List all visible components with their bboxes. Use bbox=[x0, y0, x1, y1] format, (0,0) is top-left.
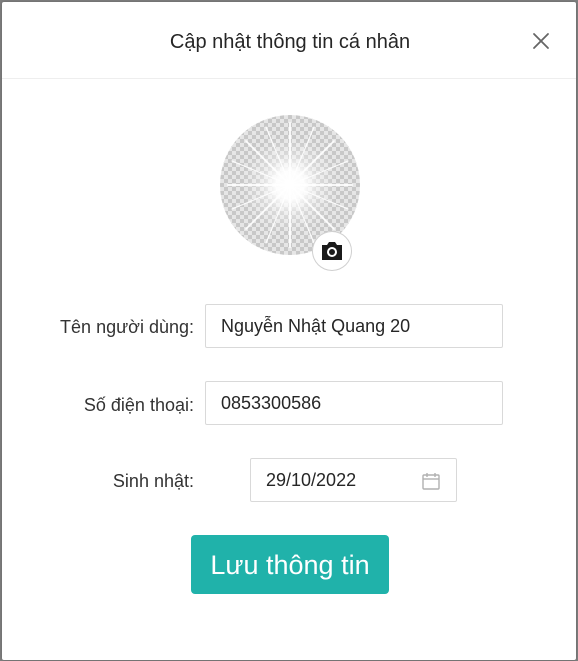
phone-label: Số điện thoại: bbox=[83, 395, 194, 415]
username-input[interactable] bbox=[205, 304, 503, 348]
birthday-label: Sinh nhật: bbox=[112, 471, 194, 491]
phone-input[interactable] bbox=[205, 381, 503, 425]
dialog-header: Cập nhật thông tin cá nhân bbox=[2, 2, 576, 79]
change-avatar-button[interactable] bbox=[313, 232, 351, 270]
save-button[interactable]: Lưu thông tin bbox=[191, 535, 389, 594]
calendar-icon[interactable] bbox=[421, 471, 441, 491]
camera-icon bbox=[322, 242, 342, 260]
dialog-title: Cập nhật thông tin cá nhân bbox=[169, 31, 411, 53]
close-icon bbox=[533, 33, 549, 49]
update-profile-dialog: Cập nhật thông tin cá nhân Tên người dùn… bbox=[2, 2, 576, 660]
avatar-section bbox=[220, 115, 360, 270]
username-label: Tên người dùng: bbox=[60, 317, 194, 337]
close-button[interactable] bbox=[529, 29, 553, 53]
